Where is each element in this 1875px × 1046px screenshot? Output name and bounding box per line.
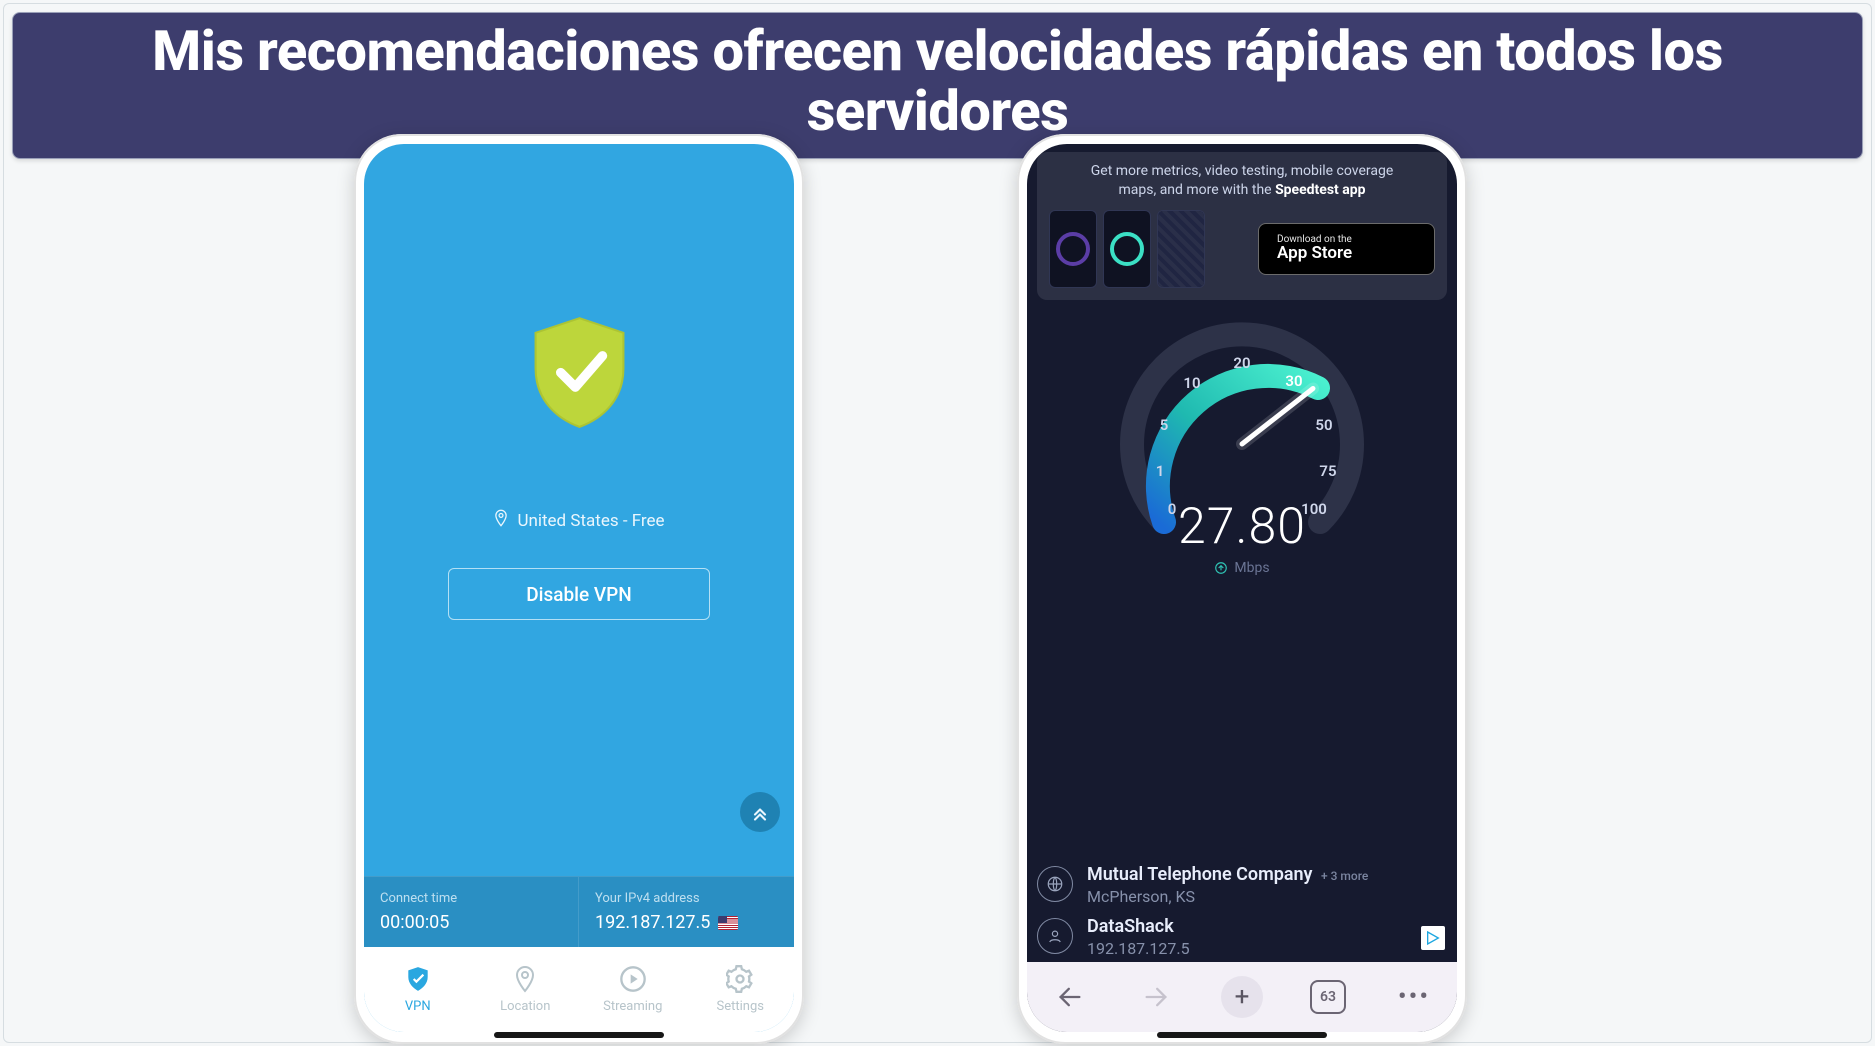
promo-line2-prefix: maps, and more with the (1118, 182, 1275, 198)
isp-row[interactable]: Mutual Telephone Company + 3 more McPher… (1037, 864, 1447, 906)
host-name: DataShack (1087, 916, 1190, 937)
disable-vpn-button[interactable]: Disable VPN (448, 568, 710, 620)
shield-connected-icon (527, 314, 632, 429)
scroll-up-button[interactable] (740, 792, 780, 832)
phone-speed-screen: Get more metrics, video testing, mobile … (1027, 144, 1457, 1032)
home-indicator[interactable] (1157, 1032, 1327, 1038)
plus-icon: + (1221, 976, 1263, 1018)
promo-line1: Get more metrics, video testing, mobile … (1091, 163, 1394, 179)
headline-banner: Mis recomendaciones ofrecen velocidades … (12, 12, 1863, 159)
svg-text:5: 5 (1160, 416, 1169, 434)
speedtest-app: Get more metrics, video testing, mobile … (1027, 144, 1457, 1032)
home-indicator[interactable] (494, 1032, 664, 1038)
svg-text:75: 75 (1319, 462, 1336, 480)
svg-text:50: 50 (1315, 416, 1332, 434)
connect-time-cell: Connect time 00:00:05 (364, 877, 579, 947)
phone-speedtest: Get more metrics, video testing, mobile … (1017, 134, 1467, 1044)
headline-text: Mis recomendaciones ofrecen velocidades … (152, 18, 1723, 144)
svg-text:1: 1 (1156, 462, 1165, 480)
promo-line2-bold: Speedtest app (1275, 182, 1365, 198)
ip-value: 192.187.127.5 (595, 912, 710, 933)
nav-tab-location-label: Location (500, 999, 550, 1014)
browser-tabs-button[interactable]: 63 (1285, 980, 1371, 1014)
svg-text:30: 30 (1285, 372, 1302, 390)
appstore-download-button[interactable]: Download on the App Store (1258, 223, 1435, 275)
vpn-location-text: United States - Free (517, 511, 664, 531)
isp-location: McPherson, KS (1087, 887, 1368, 906)
browser-menu-button[interactable]: ••• (1371, 982, 1457, 1012)
appstore-large: App Store (1277, 245, 1352, 263)
browser-forward-button[interactable] (1113, 983, 1199, 1011)
promo-thumb (1103, 210, 1151, 288)
phone-vpn-screen: United States - Free Disable VPN Connect… (364, 144, 794, 1032)
nav-tab-streaming[interactable]: Streaming (579, 947, 687, 1032)
svg-text:10: 10 (1183, 374, 1200, 392)
host-ip: 192.187.127.5 (1087, 939, 1190, 958)
svg-text:100: 100 (1301, 500, 1327, 518)
page-frame: Mis recomendaciones ofrecen velocidades … (3, 3, 1872, 1043)
connection-details: Mutual Telephone Company + 3 more McPher… (1027, 864, 1457, 962)
nav-tab-settings-label: Settings (717, 999, 764, 1014)
vpn-main-area: United States - Free Disable VPN (364, 144, 794, 876)
nav-tab-settings[interactable]: Settings (687, 947, 795, 1032)
us-flag-icon (718, 916, 738, 930)
browser-new-tab-button[interactable]: + (1199, 976, 1285, 1018)
ip-cell: Your IPv4 address 192.187.127.5 (579, 877, 794, 947)
nav-tab-vpn[interactable]: VPN (364, 947, 472, 1032)
connect-time-label: Connect time (380, 891, 562, 906)
speed-gauge-area: 0 1 5 10 20 30 50 75 100 (1027, 300, 1457, 864)
isp-more: + 3 more (1321, 869, 1368, 883)
connect-time-value: 00:00:05 (380, 912, 562, 933)
promo-thumbnails (1049, 210, 1205, 288)
vpn-bottom-nav: VPN Location Streaming Settings (364, 947, 794, 1032)
phone-vpn: United States - Free Disable VPN Connect… (354, 134, 804, 1044)
browser-bottom-bar: + 63 ••• (1027, 962, 1457, 1032)
location-pin-icon (493, 509, 509, 532)
speed-gauge: 0 1 5 10 20 30 50 75 100 (1112, 314, 1372, 574)
speedtest-promo-banner: Get more metrics, video testing, mobile … (1037, 152, 1447, 300)
globe-icon (1037, 866, 1073, 902)
tab-count: 63 (1320, 989, 1336, 1005)
svg-text:0: 0 (1168, 500, 1177, 518)
host-row[interactable]: DataShack 192.187.127.5 (1037, 916, 1447, 958)
vpn-location-row[interactable]: United States - Free (493, 509, 664, 532)
svg-text:20: 20 (1233, 354, 1250, 372)
nav-tab-streaming-label: Streaming (603, 999, 662, 1014)
isp-name: Mutual Telephone Company (1087, 864, 1313, 885)
vpn-status-strip: Connect time 00:00:05 Your IPv4 address … (364, 876, 794, 947)
adchoices-icon[interactable] (1421, 926, 1445, 950)
more-icon: ••• (1398, 982, 1430, 1012)
promo-thumb (1049, 210, 1097, 288)
nav-tab-location[interactable]: Location (472, 947, 580, 1032)
user-icon (1037, 918, 1073, 954)
promo-thumb (1157, 210, 1205, 288)
ip-label: Your IPv4 address (595, 891, 778, 906)
browser-back-button[interactable] (1027, 983, 1113, 1011)
appstore-small: Download on the (1277, 235, 1352, 246)
disable-vpn-label: Disable VPN (526, 583, 632, 606)
vpn-app: United States - Free Disable VPN Connect… (364, 144, 794, 1032)
nav-tab-vpn-label: VPN (405, 999, 431, 1014)
